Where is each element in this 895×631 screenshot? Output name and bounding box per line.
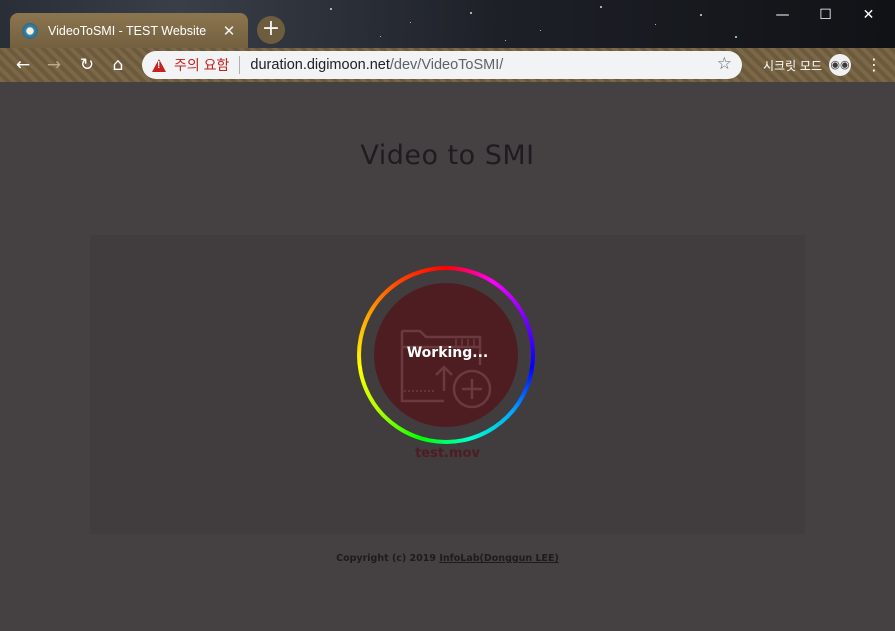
browser-toolbar: ← → ↻ ⌂ 주의 요함 duration.digimoon.net/dev/… — [0, 48, 895, 82]
incognito-icon[interactable]: ◉◉ — [829, 54, 851, 76]
window-close-icon[interactable]: ✕ — [846, 0, 891, 30]
bookmark-star-icon[interactable]: ☆ — [717, 54, 732, 74]
url-host: duration.digimoon.net — [250, 57, 390, 73]
warning-icon — [152, 58, 166, 72]
incognito-label: 시크릿 모드 — [763, 59, 823, 73]
tab-title: VideoToSMI - TEST Website — [48, 23, 207, 38]
menu-kebab-icon[interactable]: ⋮ — [866, 54, 882, 76]
maximize-icon[interactable]: ☐ — [803, 0, 848, 30]
site-favicon-icon — [22, 22, 38, 39]
address-bar[interactable]: 주의 요함 duration.digimoon.net/dev/VideoToS… — [142, 51, 742, 79]
omnibox-divider — [239, 56, 241, 74]
folder-upload-icon — [400, 329, 492, 409]
new-tab-button[interactable]: + — [257, 16, 285, 44]
uploaded-filename: test.mov — [415, 446, 480, 461]
browser-titlebar: VideoToSMI - TEST Website ✕ + — ☐ ✕ — [0, 0, 895, 48]
url-path: /dev/VideoToSMI/ — [389, 57, 504, 73]
home-icon[interactable]: ⌂ — [105, 52, 131, 78]
upload-drop-panel[interactable]: Working... test.mov — [90, 235, 805, 534]
forward-arrow-icon[interactable]: → — [41, 52, 67, 78]
security-warning-label[interactable]: 주의 요함 — [174, 55, 229, 75]
page-content: Video to SMI Working... test.mov Copyrig… — [0, 82, 895, 631]
working-status: Working... — [406, 345, 489, 361]
back-arrow-icon[interactable]: ← — [10, 52, 36, 78]
page-title: Video to SMI — [360, 140, 535, 171]
minimize-icon[interactable]: — — [760, 0, 805, 30]
footer-copyright: Copyright (c) 2019 — [336, 553, 437, 564]
tab-close-icon[interactable]: ✕ — [220, 22, 238, 40]
reload-icon[interactable]: ↻ — [74, 52, 100, 78]
browser-tab[interactable]: VideoToSMI - TEST Website ✕ — [10, 13, 248, 48]
footer: Copyright (c) 2019 InfoLab(Donggun LEE) — [0, 553, 895, 564]
footer-author-link[interactable]: InfoLab(Donggun LEE) — [439, 553, 559, 564]
